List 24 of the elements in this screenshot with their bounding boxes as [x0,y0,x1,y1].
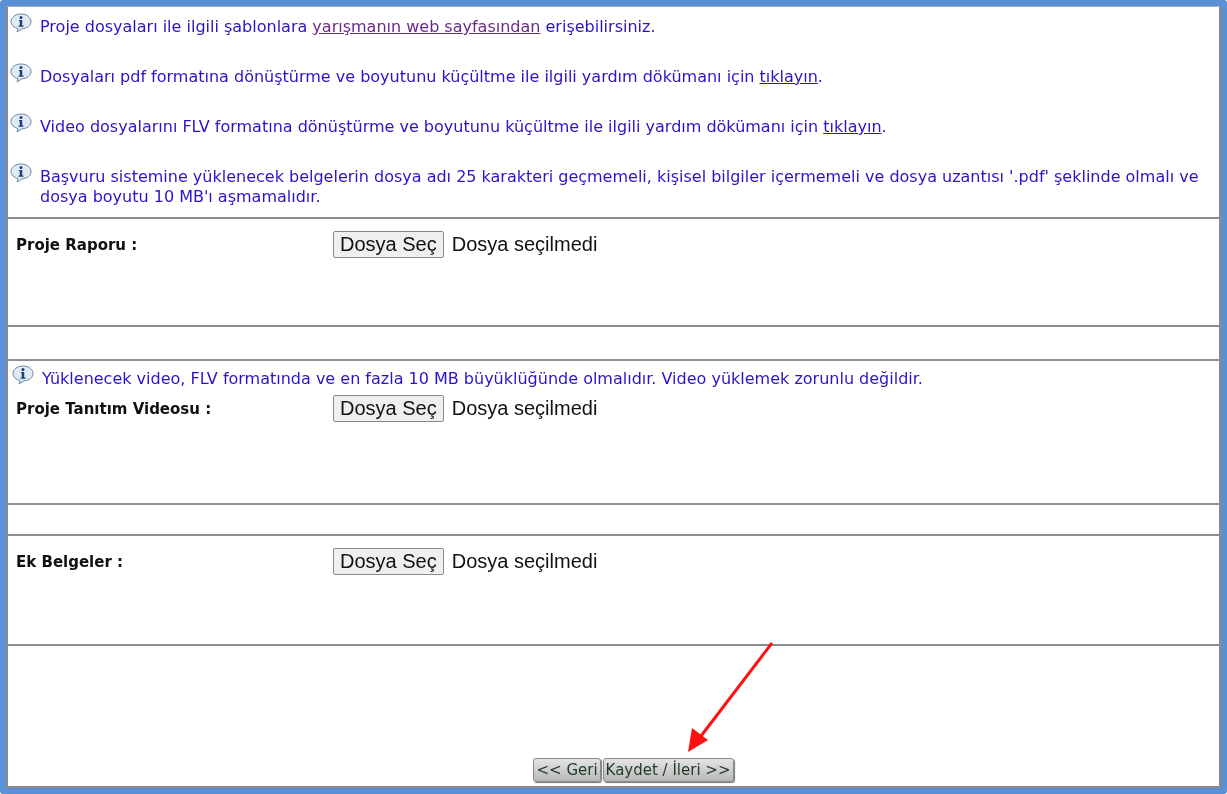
info-icon [10,63,32,83]
info-note: Proje dosyaları ile ilgili şablonlara yarışmanın web sayfasından erişebilirsiniz. [40,17,656,37]
info-note: Yüklenecek video, FLV formatında ve en fazla 10 MB büyüklüğünde olmalıdır. Video yüklemek zorunlu değildir. [42,369,923,389]
file-status: Dosya seçilmedi [451,397,598,420]
nav-button[interactable]: << Geri [533,758,601,782]
field-label: Ek Belgeler : [16,552,125,571]
choose-file-button[interactable]: Dosya Seç [333,548,444,575]
info-icon [10,163,32,183]
help-link[interactable]: tıklayın [759,67,818,86]
choose-file-button[interactable]: Dosya Seç [333,395,444,422]
info-icon [10,13,32,33]
field-label: Proje Tanıtım Videosu : [16,399,213,418]
nav-button[interactable]: Kaydet / İleri >> [602,758,734,782]
field-label: Proje Raporu : [16,235,139,254]
info-icon [12,365,34,385]
help-link[interactable]: tıklayın [823,117,882,136]
info-note: Başvuru sistemine yüklenecek belgelerin dosya adı 25 karakteri geçmemeli, kişisel bilgiler içermemeli ve dosya uzantısı '.pdf' şeklinde olmalı ve dosya boyutu 10 MB'ı aşmamalıdır. [40,167,1200,207]
file-status: Dosya seçilmedi [451,233,598,256]
help-link[interactable]: yarışmanın web sayfasından [312,17,541,36]
info-icon [10,113,32,133]
info-note: Dosyaları pdf formatına dönüştürme ve boyutunu küçültme ile ilgili yardım dökümanı için tıklayın. [40,67,823,87]
choose-file-button[interactable]: Dosya Seç [333,231,444,258]
file-status: Dosya seçilmedi [451,550,598,573]
info-note: Video dosyalarını FLV formatına dönüştürme ve boyutunu küçültme ile ilgili yardım dökümanı için tıklayın. [40,117,887,137]
